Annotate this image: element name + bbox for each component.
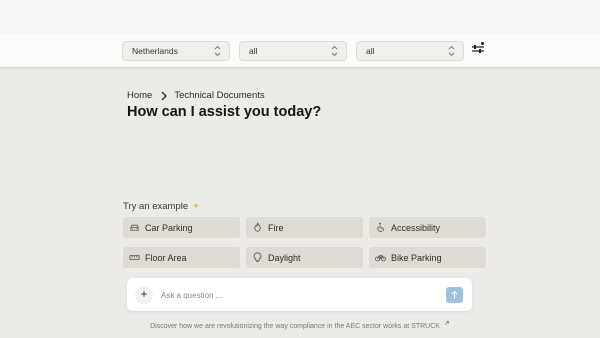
flame-icon — [254, 222, 261, 232]
breadcrumb-current[interactable]: Technical Documents — [174, 90, 264, 101]
chip-label: Accessibility — [391, 222, 441, 233]
filter-select-2[interactable]: all — [239, 41, 347, 61]
chevron-updown-icon — [214, 45, 221, 57]
breadcrumb: Home Technical Documents — [127, 90, 265, 101]
external-link-icon — [445, 321, 449, 325]
footer-link[interactable]: Discover how we are revolutionizing the … — [150, 323, 440, 330]
top-strip — [0, 0, 600, 34]
chevron-updown-icon — [331, 45, 338, 57]
chip-label: Floor Area — [145, 252, 187, 263]
chip-label: Fire — [268, 222, 284, 233]
sliders-icon[interactable] — [471, 42, 485, 56]
chip-label: Bike Parking — [391, 252, 442, 263]
chip-label: Car Parking — [145, 222, 193, 233]
arrow-up-icon — [451, 290, 458, 299]
chip-label: Daylight — [268, 252, 301, 263]
example-daylight[interactable]: Daylight — [246, 247, 363, 268]
filter-select-2-value: all — [249, 46, 258, 56]
example-fire[interactable]: Fire — [246, 217, 363, 238]
lightbulb-icon — [253, 252, 262, 263]
add-attachment-button[interactable]: + — [135, 286, 153, 304]
page-title: How can I assist you today? — [127, 104, 322, 120]
wheelchair-icon — [377, 222, 385, 232]
bike-icon — [375, 255, 386, 262]
breadcrumb-home[interactable]: Home — [127, 90, 152, 101]
filter-bar: Netherlands all all — [0, 34, 600, 68]
filter-select-3-value: all — [366, 46, 375, 56]
example-floor-area[interactable]: Floor Area — [123, 247, 240, 268]
example-car-parking[interactable]: Car Parking — [123, 217, 240, 238]
country-select-value: Netherlands — [132, 46, 178, 56]
footer-text: Discover how we are revolutionizing the … — [0, 320, 600, 330]
sparkle-icon: ✦ — [192, 201, 200, 211]
country-select[interactable]: Netherlands — [122, 41, 230, 61]
chat-box: + — [127, 278, 472, 311]
filter-select-3[interactable]: all — [356, 41, 464, 61]
examples-label-text: Try an example — [123, 201, 189, 212]
question-input[interactable] — [161, 288, 431, 302]
ruler-icon — [129, 255, 140, 260]
examples-label: Try an example ✦ — [123, 201, 200, 212]
car-icon — [130, 224, 139, 231]
chevron-updown-icon — [448, 45, 455, 57]
example-bike-parking[interactable]: Bike Parking — [369, 247, 486, 268]
chevron-right-icon — [161, 91, 168, 100]
send-button[interactable] — [446, 287, 463, 303]
example-accessibility[interactable]: Accessibility — [369, 217, 486, 238]
